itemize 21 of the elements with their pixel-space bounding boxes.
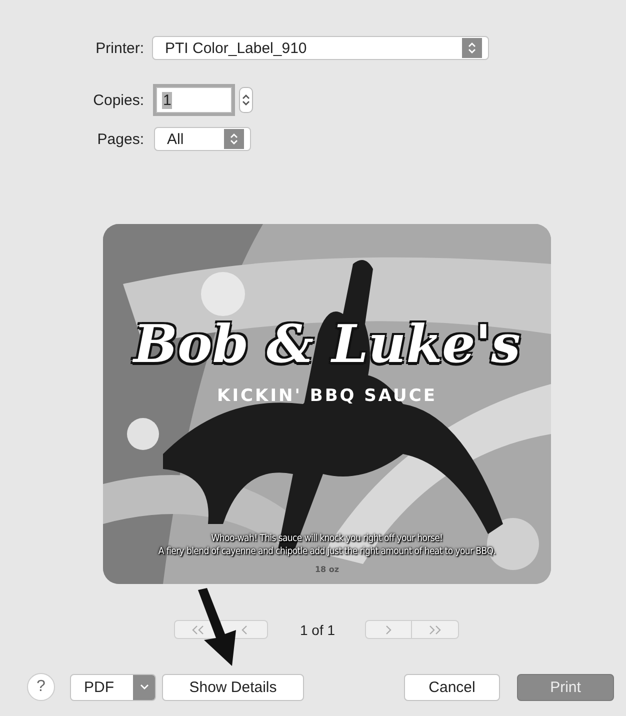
up-down-arrows-icon — [468, 42, 476, 54]
copies-stepper[interactable] — [239, 87, 253, 113]
up-down-arrows-icon — [242, 94, 250, 106]
chevron-right-icon — [385, 624, 392, 634]
label-size-text: 18 oz — [314, 565, 340, 574]
chevron-down-icon — [140, 684, 148, 690]
dialog-button[interactable]: Cancel — [404, 674, 500, 700]
pages-popup[interactable]: All — [154, 127, 251, 151]
printer-popup[interactable]: PTI Color_Label_910 — [152, 36, 489, 60]
double-chevron-left-icon — [190, 624, 204, 634]
copies-label: Copies: — [92, 92, 145, 108]
double-chevron-right-icon — [428, 624, 442, 634]
help-button[interactable]: ? — [27, 673, 55, 701]
up-down-arrows-icon — [230, 133, 238, 145]
pages-label: Pages: — [96, 130, 145, 148]
copies-field[interactable]: 1 — [156, 87, 232, 113]
chevron-left-icon — [240, 624, 248, 634]
printer-label: Printer: — [94, 40, 145, 56]
pdf-menu-button[interactable]: PDF — [70, 674, 156, 700]
dialog-button[interactable]: Show Details — [162, 674, 304, 700]
page-indicator: 1 of 1 — [300, 622, 336, 638]
